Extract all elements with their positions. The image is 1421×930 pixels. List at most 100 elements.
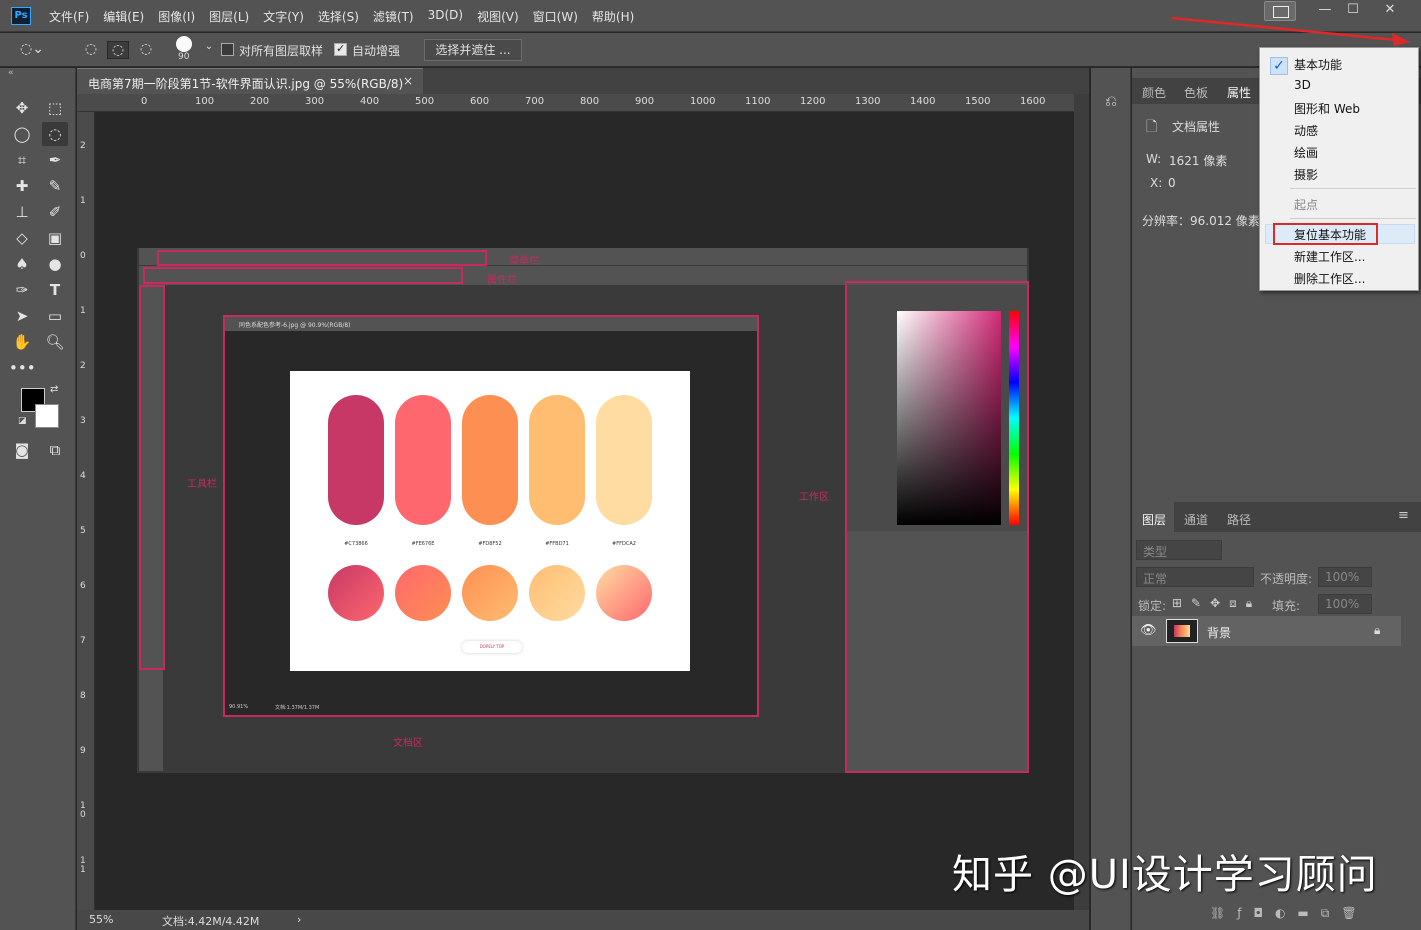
ws-essentials[interactable]: 基本功能 xyxy=(1294,56,1342,73)
chevron-down-icon[interactable]: ⌄ xyxy=(198,41,220,59)
ruler-tick: 1 xyxy=(80,196,86,206)
new-selection-icon[interactable]: ◌ xyxy=(80,41,102,59)
ruler-tick: 1100 xyxy=(745,96,771,107)
lock-label: 锁定: xyxy=(1138,599,1167,613)
more-tools-icon[interactable]: ••• xyxy=(9,356,36,380)
pen-tool-icon[interactable]: ✑ xyxy=(9,278,35,302)
rectangle-tool-icon[interactable]: ▭ xyxy=(42,304,68,328)
hand-tool-icon[interactable]: ✋ xyxy=(9,330,35,354)
status-menu-icon[interactable]: › xyxy=(297,913,301,926)
ws-photography[interactable]: 摄影 xyxy=(1294,166,1318,183)
quick-select-tool-icon[interactable]: ◌ xyxy=(42,122,68,146)
menubar-highlight xyxy=(157,250,487,266)
horizontal-ruler: 0 100 200 300 400 500 600 700 800 900 10… xyxy=(77,94,1074,112)
ruler-tick: 1500 xyxy=(965,96,991,107)
marquee-tool-icon[interactable]: ⬚ xyxy=(42,96,68,120)
close-tab-icon[interactable]: × xyxy=(403,74,413,88)
gradient-tool-icon[interactable]: ▣ xyxy=(42,226,68,250)
ws-new-workspace[interactable]: 新建工作区... xyxy=(1294,248,1365,265)
ruler-tick: 100 xyxy=(195,96,215,107)
ws-origin: 起点 xyxy=(1294,198,1319,212)
menu-3d[interactable]: 3D(D) xyxy=(428,8,463,25)
crop-tool-icon[interactable]: ⌗ xyxy=(9,148,35,172)
fill-input[interactable]: 100% xyxy=(1318,594,1372,614)
quick-mask-icon[interactable]: ◙ xyxy=(9,438,35,462)
photoshop-logo: Ps xyxy=(11,7,31,25)
tab-paths[interactable]: 路径 xyxy=(1227,511,1251,528)
layer-row[interactable]: 👁︎ 背景 🔒︎ xyxy=(1132,616,1401,646)
brush-tool-icon[interactable]: ✎ xyxy=(42,174,68,198)
auto-enhance-checkbox[interactable] xyxy=(334,42,347,56)
ruler-tick: 1 1 xyxy=(80,856,86,875)
select-and-mask-button[interactable]: 选择并遮住 ... xyxy=(424,39,522,61)
blur-tool-icon[interactable]: ♠ xyxy=(9,252,35,276)
lasso-tool-icon[interactable]: ◯ xyxy=(9,122,35,146)
brush-preview-icon[interactable] xyxy=(176,36,192,52)
x-value[interactable]: 0 xyxy=(1168,176,1176,190)
screen-mode-icon[interactable]: ⧉ xyxy=(42,438,68,462)
resolution: 分辨率：96.012 像素/英 xyxy=(1142,214,1276,228)
history-brush-icon[interactable]: ✐ xyxy=(42,200,68,224)
dodge-tool-icon[interactable]: ● xyxy=(42,252,68,276)
default-colors-icon[interactable]: ◪ xyxy=(18,416,27,426)
menu-type[interactable]: 文字(Y) xyxy=(263,8,304,25)
blend-mode-select[interactable]: 正常 xyxy=(1136,567,1254,587)
panel-menu-icon[interactable]: ≡ xyxy=(1398,508,1409,523)
ws-delete-workspace[interactable]: 删除工作区... xyxy=(1294,270,1365,287)
opacity-input[interactable]: 100% xyxy=(1318,567,1372,587)
menu-select[interactable]: 选择(S) xyxy=(318,8,359,25)
background-color[interactable] xyxy=(35,404,59,428)
tab-color[interactable]: 颜色 xyxy=(1142,84,1166,101)
tab-swatches[interactable]: 色板 xyxy=(1184,84,1208,101)
collapse-icon[interactable]: « xyxy=(8,68,14,78)
zoom-level[interactable]: 55% xyxy=(89,913,113,926)
menu-file[interactable]: 文件(F) xyxy=(49,8,89,25)
menu-edit[interactable]: 编辑(E) xyxy=(103,8,144,25)
menu-image[interactable]: 图像(I) xyxy=(158,8,195,25)
menu-window[interactable]: 窗口(W) xyxy=(533,8,578,25)
auto-enhance-label: 自动增强 xyxy=(352,44,401,58)
subtract-selection-icon[interactable]: ◌ xyxy=(135,41,157,59)
sample-all-checkbox[interactable] xyxy=(221,43,234,56)
opacity-label: 不透明度: xyxy=(1260,572,1313,586)
ws-motion[interactable]: 动感 xyxy=(1294,122,1318,139)
tab-layers[interactable]: 图层 xyxy=(1142,511,1166,528)
ws-3d[interactable]: 3D xyxy=(1294,78,1311,92)
layer-name[interactable]: 背景 xyxy=(1207,624,1231,641)
ruler-tick: 300 xyxy=(305,96,325,107)
layer-actions[interactable]: ⛓ƒ◘◐▬⧉🗑 xyxy=(1210,906,1369,921)
swap-colors-icon[interactable]: ⇄ xyxy=(50,384,58,395)
toolbar: « ✥ ⬚ ◯ ◌ ⌗ ✒ ✚ ✎ ⊥ ✐ ◇ ▣ ♠ ● ✑ T ➤ ▭ ✋ … xyxy=(0,68,76,930)
tab-channels[interactable]: 通道 xyxy=(1184,511,1208,528)
healing-tool-icon[interactable]: ✚ xyxy=(9,174,35,198)
menu-help[interactable]: 帮助(H) xyxy=(592,8,634,25)
ws-graphics-web[interactable]: 图形和 Web xyxy=(1294,100,1360,117)
tab-properties[interactable]: 属性 xyxy=(1227,84,1251,101)
layer-kind-filter[interactable]: 类型 xyxy=(1136,540,1222,560)
type-tool-icon[interactable]: T xyxy=(42,278,68,302)
menu-filter[interactable]: 滤镜(T) xyxy=(373,8,414,25)
lock-icons[interactable]: ⊞✎✥⧈🔒︎ xyxy=(1172,596,1261,611)
red-arrow-annotation xyxy=(1171,16,1410,46)
document-tab[interactable]: 电商第7期一阶段第1节-软件界面认识.jpg @ 55%(RGB/8) × xyxy=(77,68,423,94)
eraser-tool-icon[interactable]: ◇ xyxy=(9,226,35,250)
ruler-tick: 7 xyxy=(80,636,86,646)
ws-painting[interactable]: 绘画 xyxy=(1294,144,1318,161)
zoom-tool-icon[interactable]: 🔍︎ xyxy=(42,330,68,354)
w-value[interactable]: 1621 像素 xyxy=(1169,152,1227,169)
menu-view[interactable]: 视图(V) xyxy=(477,8,519,25)
ruler-tick: 1 xyxy=(80,306,86,316)
stamp-tool-icon[interactable]: ⊥ xyxy=(9,200,35,224)
vertical-scrollbar[interactable] xyxy=(1074,94,1089,910)
move-tool-icon[interactable]: ✥ xyxy=(9,96,35,120)
eyedropper-tool-icon[interactable]: ✒ xyxy=(42,148,68,172)
ws-reset-essentials[interactable]: 复位基本功能 xyxy=(1294,226,1366,243)
eye-icon[interactable]: 👁︎ xyxy=(1140,623,1157,638)
history-icon[interactable]: ⎌ xyxy=(1099,92,1123,114)
add-selection-icon[interactable]: ◌ xyxy=(107,41,129,59)
layer-lock-icon[interactable]: 🔒︎ xyxy=(1374,623,1380,638)
ruler-tick: 0 xyxy=(141,96,148,107)
menu-layer[interactable]: 图层(L) xyxy=(209,8,249,25)
path-select-icon[interactable]: ➤ xyxy=(9,304,35,328)
quick-select-preset-icon[interactable]: ◌⌄ xyxy=(20,41,44,59)
